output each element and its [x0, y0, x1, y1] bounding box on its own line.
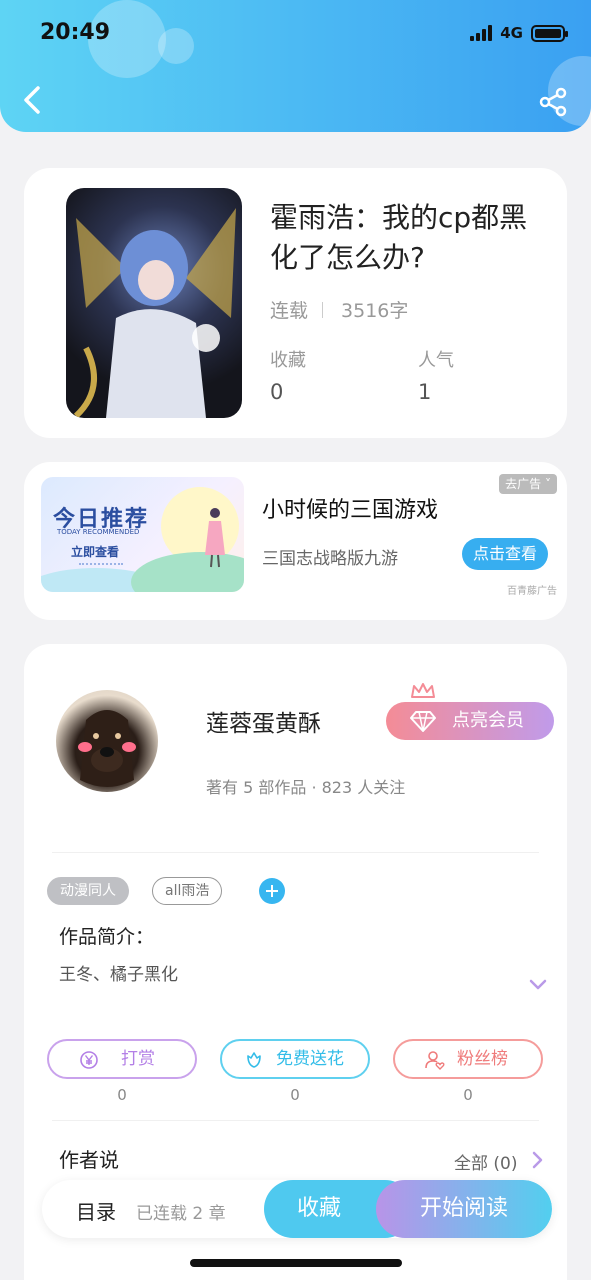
ad-close-label: 去广告 [505, 477, 542, 491]
chevron-down-icon: ˅ [545, 477, 551, 491]
tip-label: 打赏 [121, 1049, 155, 1069]
ad-view-button[interactable]: 点击查看 [462, 538, 548, 570]
popularity-label: 人气 [418, 350, 454, 371]
chapter-count: 已连载 2 章 [136, 1204, 226, 1224]
flower-count: 0 [290, 1086, 300, 1104]
add-tag-button[interactable] [259, 878, 285, 904]
ad-girl-illustration [205, 508, 225, 568]
book-info-card: 霍雨浩：我的cp都黑化了怎么办? 连载 3516字 收藏 0 人气 1 [24, 168, 567, 438]
meta-divider [322, 301, 324, 318]
fan-ranking-label: 粉丝榜 [457, 1049, 508, 1069]
book-word-count: 3516字 [341, 300, 409, 322]
start-reading-button[interactable]: 开始阅读 [376, 1180, 552, 1238]
battery-icon [531, 24, 568, 42]
crown-icon [411, 683, 435, 698]
chevron-left-icon [24, 86, 40, 114]
ad-close-button[interactable]: 去广告 ˅ [499, 474, 557, 494]
ad-image[interactable]: 今日推荐 TODAY RECOMMENDED 立即查看 [41, 477, 244, 592]
signal-icon [470, 25, 493, 41]
cover-illustration [73, 208, 236, 418]
book-cover[interactable] [66, 188, 242, 418]
dog-avatar-illustration [80, 710, 134, 787]
expand-intro-button[interactable] [528, 978, 548, 992]
avatar-blush-decor [78, 742, 92, 752]
fan-count: 0 [463, 1086, 473, 1104]
ad-source: 百青藤广告 [507, 586, 557, 597]
author-avatar[interactable] [56, 690, 158, 792]
home-indicator [190, 1259, 402, 1267]
send-flower-label: 免费送花 [276, 1049, 344, 1069]
status-indicators: 4G [470, 24, 568, 42]
popularity-stat: 人气 1 [418, 346, 454, 404]
ad-waves-decor [79, 563, 123, 573]
yen-coin-icon [80, 1051, 98, 1069]
chevron-down-icon [529, 979, 547, 990]
author-name: 莲蓉蛋黄酥 [206, 711, 321, 737]
author-info: 著有 5 部作品 · 823 人关注 [206, 778, 406, 797]
ad-card[interactable]: 今日推荐 TODAY RECOMMENDED 立即查看 小时候的三国游戏 三国志… [24, 462, 567, 620]
author-says-all-link[interactable]: 全部 (0) [454, 1149, 517, 1174]
status-time: 20:49 [40, 20, 111, 45]
ad-title: 小时候的三国游戏 [262, 498, 439, 523]
book-status: 连载 [270, 300, 309, 322]
flower-icon [247, 1052, 261, 1068]
intro-text: 王冬、橘子黑化 [59, 965, 178, 985]
author-says-label: 作者说 [59, 1148, 119, 1172]
ad-subtitle: 三国志战略版九游 [262, 549, 398, 569]
fan-ranking-button[interactable]: 粉丝榜 [393, 1039, 543, 1079]
tip-button[interactable]: 打赏 [47, 1039, 197, 1079]
bottom-action-bar: 目录 已连载 2 章 收藏 开始阅读 [42, 1180, 552, 1238]
diamond-icon [410, 711, 436, 732]
toc-button[interactable]: 目录 [76, 1196, 116, 1225]
ad-hill-decor [131, 552, 244, 592]
favorites-stat: 收藏 0 [270, 346, 306, 404]
tag-item[interactable]: 动漫同人 [47, 877, 129, 905]
share-icon [539, 87, 567, 117]
header-bar: 20:49 4G [0, 0, 591, 132]
share-button[interactable] [537, 86, 569, 118]
back-button[interactable] [18, 82, 48, 118]
fan-heart-icon [425, 1051, 445, 1070]
section-divider [52, 852, 539, 853]
chevron-right-icon[interactable] [530, 1150, 544, 1170]
ad-image-cta: 立即查看 [71, 545, 120, 559]
section-divider [52, 1120, 539, 1121]
decor-bubble [158, 28, 194, 64]
network-type: 4G [500, 24, 523, 42]
popularity-value: 1 [418, 380, 432, 404]
send-flower-button[interactable]: 免费送花 [220, 1039, 370, 1079]
ad-image-subheading: TODAY RECOMMENDED [57, 528, 140, 536]
book-title: 霍雨浩：我的cp都黑化了怎么办? [270, 201, 528, 274]
book-meta: 连载 3516字 [270, 296, 408, 323]
avatar-blush-decor [122, 742, 136, 752]
favorites-value: 0 [270, 380, 284, 404]
favorites-label: 收藏 [270, 350, 306, 371]
tag-item[interactable]: all雨浩 [152, 877, 223, 905]
tip-count: 0 [117, 1086, 127, 1104]
intro-label: 作品简介： [59, 926, 155, 948]
